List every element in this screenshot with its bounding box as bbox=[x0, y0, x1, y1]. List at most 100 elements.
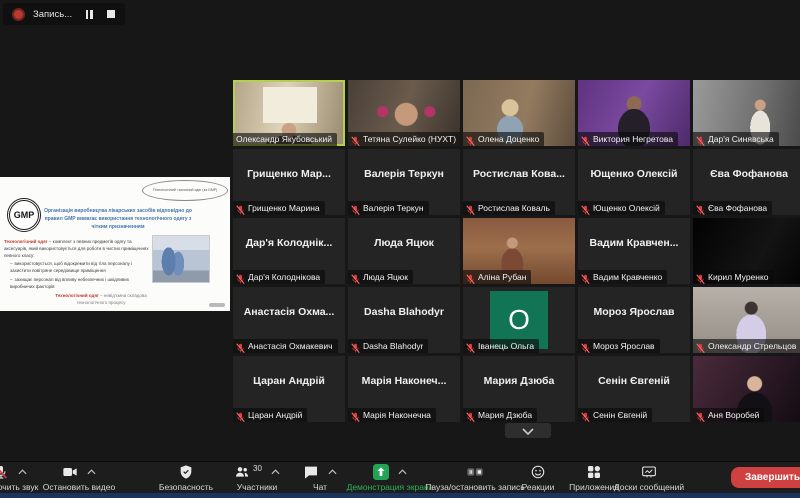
participant-name-text: Дар'я Колоднікова bbox=[248, 272, 320, 282]
participant-tile[interactable]: Дар'я Синявська bbox=[693, 80, 800, 146]
participant-center-name: Вадим Кравчен... bbox=[582, 237, 686, 249]
participant-tile[interactable]: Анастасія Охма...Анастасія Охмакевич bbox=[233, 287, 345, 353]
toolbar-item-label: Пауза/остановить запись bbox=[425, 482, 525, 492]
recording-dot-icon bbox=[12, 8, 25, 21]
participant-tile[interactable]: Олена Доценко bbox=[463, 80, 575, 146]
participant-tile[interactable]: Аня Воробей bbox=[693, 356, 800, 422]
participant-name-label: Мороз Ярослав bbox=[578, 339, 660, 353]
toolbar-security-button[interactable]: Безопасность bbox=[154, 464, 218, 492]
pause-recording-button[interactable] bbox=[81, 7, 97, 21]
participant-name-text: Грищенко Марина bbox=[248, 203, 320, 213]
muted-mic-icon bbox=[466, 271, 475, 282]
toolbar-stop-video-button[interactable]: Остановить видео bbox=[37, 464, 121, 492]
participant-tile[interactable]: Олександр Стрельцов bbox=[693, 287, 800, 353]
participant-name-text: Аня Воробей bbox=[708, 410, 759, 420]
participant-name-label: Тетяна Сулейко (НУХТ) bbox=[348, 132, 460, 146]
stop-recording-button[interactable] bbox=[103, 7, 119, 21]
participant-name-label: Іванець Ольга bbox=[463, 339, 539, 353]
participant-name-label: Олена Доценко bbox=[463, 132, 544, 146]
participant-tile[interactable]: Виктория Негретова bbox=[578, 80, 690, 146]
participant-tile[interactable]: Вадим Кравчен...Вадим Кравченко bbox=[578, 218, 690, 284]
muted-mic-icon bbox=[696, 409, 705, 420]
muted-mic-icon bbox=[236, 409, 245, 420]
participant-tile[interactable]: Кирил Муренко bbox=[693, 218, 800, 284]
participant-tile[interactable]: Марія Наконеч...Марія Наконечна bbox=[348, 356, 460, 422]
muted-mic-icon bbox=[696, 340, 705, 351]
smiley-icon bbox=[530, 464, 546, 480]
end-meeting-button[interactable]: Завершить bbox=[731, 467, 800, 488]
participant-center-name: Дар'я Колоднік... bbox=[237, 237, 341, 249]
muted-mic-icon bbox=[581, 133, 590, 144]
participant-name-label: Валерія Теркун bbox=[348, 201, 429, 215]
chevron-down-icon bbox=[522, 422, 534, 440]
muted-mic-icon bbox=[466, 340, 475, 351]
participant-tile[interactable]: Валерія ТеркунВалерія Теркун bbox=[348, 149, 460, 215]
chevron-up-icon[interactable] bbox=[18, 469, 27, 475]
chevron-up-icon[interactable] bbox=[328, 469, 337, 475]
toolbar-whiteboards-button[interactable]: Доски сообщений bbox=[609, 464, 689, 492]
mic-muted-icon bbox=[0, 464, 9, 480]
participant-tile[interactable]: Аліна Рубан bbox=[463, 218, 575, 284]
slide-title: Організація виробництва лікарських засоб… bbox=[42, 208, 194, 231]
slide-footer-lead: Технологічний одяг bbox=[55, 293, 99, 298]
muted-mic-icon bbox=[351, 271, 360, 282]
participant-tile[interactable]: Тетяна Сулейко (НУХТ) bbox=[348, 80, 460, 146]
participant-name-text: Аліна Рубан bbox=[478, 272, 526, 282]
toolbar-item-label: Реакции bbox=[522, 482, 555, 492]
participant-name-text: Тетяна Сулейко (НУХТ) bbox=[363, 134, 456, 144]
toolbar-chat-button[interactable]: Чат bbox=[296, 464, 344, 492]
muted-mic-icon bbox=[581, 271, 590, 282]
participant-name-label: Аня Воробей bbox=[693, 408, 764, 422]
chevron-up-icon[interactable] bbox=[271, 469, 280, 475]
participant-center-name: Мария Дзюба bbox=[467, 375, 571, 387]
participant-tile[interactable]: Грищенко Мар... Грищенко Марина bbox=[233, 149, 345, 215]
participant-name-label: Царан Андрій bbox=[233, 408, 307, 422]
participant-name-text: Єва Фофанова bbox=[708, 203, 767, 213]
chevron-up-icon[interactable] bbox=[398, 469, 407, 475]
participant-name-label: Олександр Стрельцов bbox=[693, 339, 800, 353]
chevron-up-icon[interactable] bbox=[87, 469, 96, 475]
apps-icon bbox=[586, 464, 602, 480]
muted-mic-icon bbox=[236, 340, 245, 351]
slide-oval-note: Технологічний і захисний одяг (за GMP) bbox=[142, 180, 228, 201]
muted-mic-icon bbox=[351, 409, 360, 420]
toolbar-pause-stop-record-button[interactable]: Пауза/остановить запись bbox=[418, 464, 532, 492]
muted-mic-icon bbox=[466, 133, 475, 144]
participant-tile[interactable]: Сенін ЄвгенійСенін Євгеній bbox=[578, 356, 690, 422]
participant-name-text: Валерія Теркун bbox=[363, 203, 424, 213]
muted-mic-icon bbox=[351, 202, 360, 213]
participant-center-name: Грищенко Мар... bbox=[237, 168, 341, 180]
slide-footer-text: Технологічний одяг – невід'ємна складова… bbox=[42, 293, 160, 307]
muted-mic-icon bbox=[236, 271, 245, 282]
toolbar-participants-button[interactable]: 30 Участники bbox=[224, 464, 290, 492]
recording-indicator: Запись... bbox=[3, 3, 125, 25]
participant-tile[interactable]: Дар'я Колоднік... Дар'я Колоднікова bbox=[233, 218, 345, 284]
participant-name-text: Ющенко Олексій bbox=[593, 203, 660, 213]
participant-tile[interactable]: Люда ЯцюкЛюда Яцюк bbox=[348, 218, 460, 284]
slide-watermark bbox=[209, 303, 225, 307]
participant-tile[interactable]: Олександр Якубовський bbox=[233, 80, 345, 146]
toolbar-reactions-button[interactable]: Реакции bbox=[516, 464, 560, 492]
participant-tile[interactable]: Ющенко ОлексійЮщенко Олексій bbox=[578, 149, 690, 215]
participant-tile[interactable]: Царан АндрійЦаран Андрій bbox=[233, 356, 345, 422]
muted-mic-icon bbox=[696, 133, 705, 144]
muted-mic-icon bbox=[696, 202, 705, 213]
participant-name-label: Сенін Євгеній bbox=[578, 408, 652, 422]
participant-tile[interactable]: Єва ФофановаЄва Фофанова bbox=[693, 149, 800, 215]
muted-mic-icon bbox=[466, 409, 475, 420]
participant-center-name: Марія Наконеч... bbox=[352, 375, 456, 387]
participants-count-badge: 30 bbox=[253, 464, 262, 473]
toolbar-item-label: Чат bbox=[313, 482, 327, 492]
shared-screen-slide: GMP Технологічний і захисний одяг (за GM… bbox=[0, 177, 230, 311]
cleanroom-photo bbox=[152, 235, 210, 283]
participant-tile[interactable]: Dasha BlahodyrDasha Blahodyr bbox=[348, 287, 460, 353]
participant-tile[interactable]: Мария ДзюбаМария Дзюба bbox=[463, 356, 575, 422]
grid-more-button[interactable] bbox=[505, 423, 551, 438]
participant-tile[interactable]: ОІванець Ольга bbox=[463, 287, 575, 353]
participant-tile[interactable]: Мороз ЯрославМороз Ярослав bbox=[578, 287, 690, 353]
participant-tile[interactable]: Ростислав Кова...Ростислав Коваль bbox=[463, 149, 575, 215]
participant-name-text: Олександр Якубовський bbox=[236, 134, 332, 144]
muted-mic-icon bbox=[466, 202, 475, 213]
record-controls-icon bbox=[467, 464, 483, 480]
toolbar-item-label: Участники bbox=[237, 482, 278, 492]
